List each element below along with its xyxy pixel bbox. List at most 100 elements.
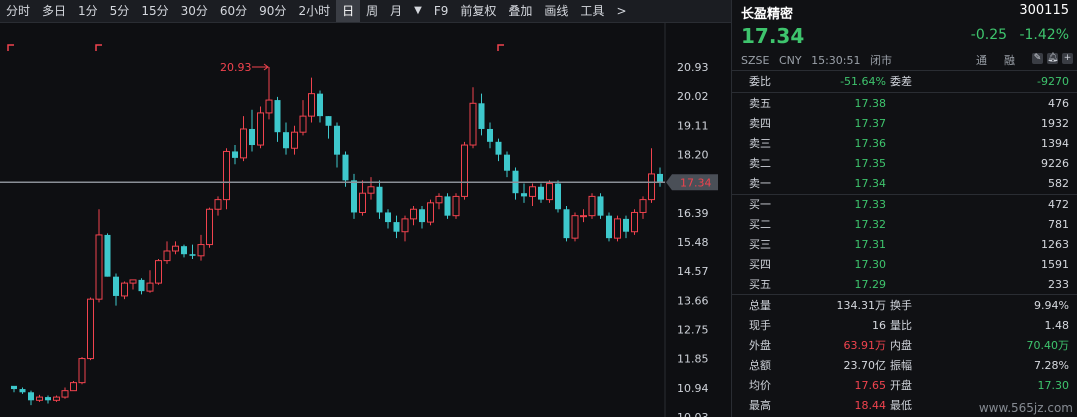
market-status: 闭市 bbox=[870, 54, 892, 67]
stock-code: 300115 bbox=[1019, 3, 1069, 18]
stat-row: 总额 23.70亿 振幅 7.28% bbox=[732, 356, 1077, 375]
toolbar-item[interactable]: 多日 bbox=[36, 0, 72, 22]
candle-body-down bbox=[555, 183, 561, 210]
stat-value: 17.30 bbox=[1037, 379, 1070, 392]
candle-body-up bbox=[240, 128, 247, 159]
corner-marker bbox=[7, 44, 14, 51]
order-level-row[interactable]: 买二 17.32 781 bbox=[732, 215, 1077, 234]
order-level-row[interactable]: 买三 17.31 1263 bbox=[732, 235, 1077, 254]
toolbar-item[interactable]: F9 bbox=[428, 0, 455, 22]
candle-body-down bbox=[11, 385, 17, 390]
toolbar-item[interactable]: 叠加 bbox=[502, 0, 538, 22]
candle-body-up bbox=[401, 218, 409, 233]
stat-value: 18.44 bbox=[854, 399, 887, 412]
candle-body-up bbox=[121, 282, 128, 297]
level-price: 17.30 bbox=[854, 258, 887, 271]
candle-body-down bbox=[606, 215, 612, 239]
price-tick-label: 10.94 bbox=[677, 382, 709, 395]
toolbar-item[interactable]: 日 bbox=[336, 0, 361, 22]
toolbar-item[interactable]: 周 bbox=[360, 0, 384, 22]
candle-body-down bbox=[45, 397, 51, 401]
toolbar-item[interactable]: 30分 bbox=[175, 0, 214, 22]
candle-body-down bbox=[181, 246, 187, 255]
stat-value: 9.94% bbox=[1034, 299, 1069, 312]
candle-body-down bbox=[597, 196, 604, 216]
candle-body-up bbox=[571, 215, 579, 239]
toolbar-item[interactable]: > bbox=[610, 0, 632, 22]
stat-row: 均价 17.65 开盘 17.30 bbox=[732, 376, 1077, 395]
candle-body-up bbox=[529, 186, 536, 197]
pencil-icon[interactable]: ✎ bbox=[1032, 53, 1043, 64]
currency: CNY bbox=[778, 54, 802, 67]
order-level-row[interactable]: 买五 17.29 233 bbox=[732, 275, 1077, 294]
level-volume: 1591 bbox=[1041, 258, 1069, 271]
price-tick-label: 14.57 bbox=[677, 265, 709, 278]
candle-body-down bbox=[538, 186, 544, 200]
price-tick-label: 16.39 bbox=[677, 207, 709, 220]
order-level-row[interactable]: 卖三 17.36 1394 bbox=[732, 134, 1077, 153]
candle-body-up bbox=[435, 195, 443, 204]
bell-icon[interactable]: 🔔︎ bbox=[1047, 53, 1058, 64]
current-price-label: 17.34 bbox=[680, 176, 712, 189]
candle-body-up bbox=[129, 279, 137, 284]
candle-body-up bbox=[299, 115, 307, 133]
stat-value: 16 bbox=[872, 319, 886, 332]
stat-value: 63.91万 bbox=[843, 339, 887, 352]
candle-body-up bbox=[257, 112, 264, 146]
watermark: www.565jz.com bbox=[978, 401, 1073, 415]
candle-body-down bbox=[274, 100, 281, 133]
toolbar-item[interactable]: 1分 bbox=[72, 0, 104, 22]
chart-canvas[interactable]: 20.93 20.02 19.11 18.20 16.39 15.48 14.57 13.66… bbox=[0, 23, 731, 417]
toolbar-item[interactable]: 画线 bbox=[538, 0, 574, 22]
candle-body-up bbox=[461, 144, 468, 197]
order-level-row[interactable]: 卖二 17.35 9226 bbox=[732, 154, 1077, 173]
order-level-row[interactable]: 卖五 17.38 476 bbox=[732, 94, 1077, 113]
toolbar-item[interactable]: ▼ bbox=[408, 0, 428, 22]
level-price: 17.35 bbox=[854, 157, 887, 170]
candle-body-up bbox=[631, 211, 638, 233]
candle-body-down bbox=[113, 276, 119, 296]
candle-body-down bbox=[28, 392, 34, 401]
stat-value: 70.40万 bbox=[1026, 339, 1070, 352]
order-level-row[interactable]: 卖一 17.34 582 bbox=[732, 174, 1077, 193]
toolbar-item[interactable]: 60分 bbox=[214, 0, 253, 22]
price-tick-label: 18.20 bbox=[677, 149, 709, 162]
stock-name: 长盈精密 bbox=[741, 7, 794, 22]
weibi-label: 委比 bbox=[749, 75, 771, 88]
rong-label: 融 bbox=[1004, 54, 1015, 67]
toolbar-item[interactable]: 分时 bbox=[0, 0, 36, 22]
candle-body-down bbox=[104, 234, 111, 277]
order-level-row[interactable]: 买四 17.30 1591 bbox=[732, 255, 1077, 274]
corner-marker bbox=[95, 44, 102, 51]
plus-icon[interactable]: + bbox=[1062, 53, 1073, 64]
order-level-row[interactable]: 卖四 17.37 1932 bbox=[732, 114, 1077, 133]
candle-body-up bbox=[291, 131, 298, 149]
level-volume: 1263 bbox=[1041, 238, 1069, 251]
level-volume: 9226 bbox=[1041, 157, 1069, 170]
candle-body-up bbox=[452, 195, 460, 217]
price-tick-label: 15.48 bbox=[677, 236, 709, 249]
order-level-row[interactable]: 买一 17.33 472 bbox=[732, 195, 1077, 214]
candle-body-down bbox=[478, 103, 485, 129]
toolbar-item[interactable]: 5分 bbox=[104, 0, 136, 22]
candle-body-up bbox=[61, 390, 69, 398]
candlestick-chart[interactable]: 20.93 20.02 19.11 18.20 16.39 15.48 14.57 13.66… bbox=[0, 23, 731, 417]
candle-body-up bbox=[639, 199, 647, 213]
toolbar-item[interactable]: 工具 bbox=[574, 0, 610, 22]
candle-body-up bbox=[427, 202, 434, 223]
toolbar-item[interactable]: 15分 bbox=[135, 0, 174, 22]
stat-label: 总额 bbox=[749, 359, 771, 372]
level-volume: 233 bbox=[1048, 278, 1069, 291]
stat-label: 开盘 bbox=[890, 379, 912, 392]
candle-body-up bbox=[87, 298, 94, 360]
price-tick-label: 11.85 bbox=[677, 353, 709, 366]
toolbar-item[interactable]: 2小时 bbox=[292, 0, 336, 22]
stat-label: 换手 bbox=[890, 299, 912, 312]
candle-body-up bbox=[70, 382, 77, 392]
candle-body-up bbox=[359, 192, 366, 213]
weicha-value: -9270 bbox=[1037, 75, 1069, 88]
toolbar-item[interactable]: 90分 bbox=[253, 0, 292, 22]
toolbar-item[interactable]: 月 bbox=[384, 0, 408, 22]
candle-body-down bbox=[487, 128, 493, 142]
toolbar-item[interactable]: 前复权 bbox=[454, 0, 502, 22]
